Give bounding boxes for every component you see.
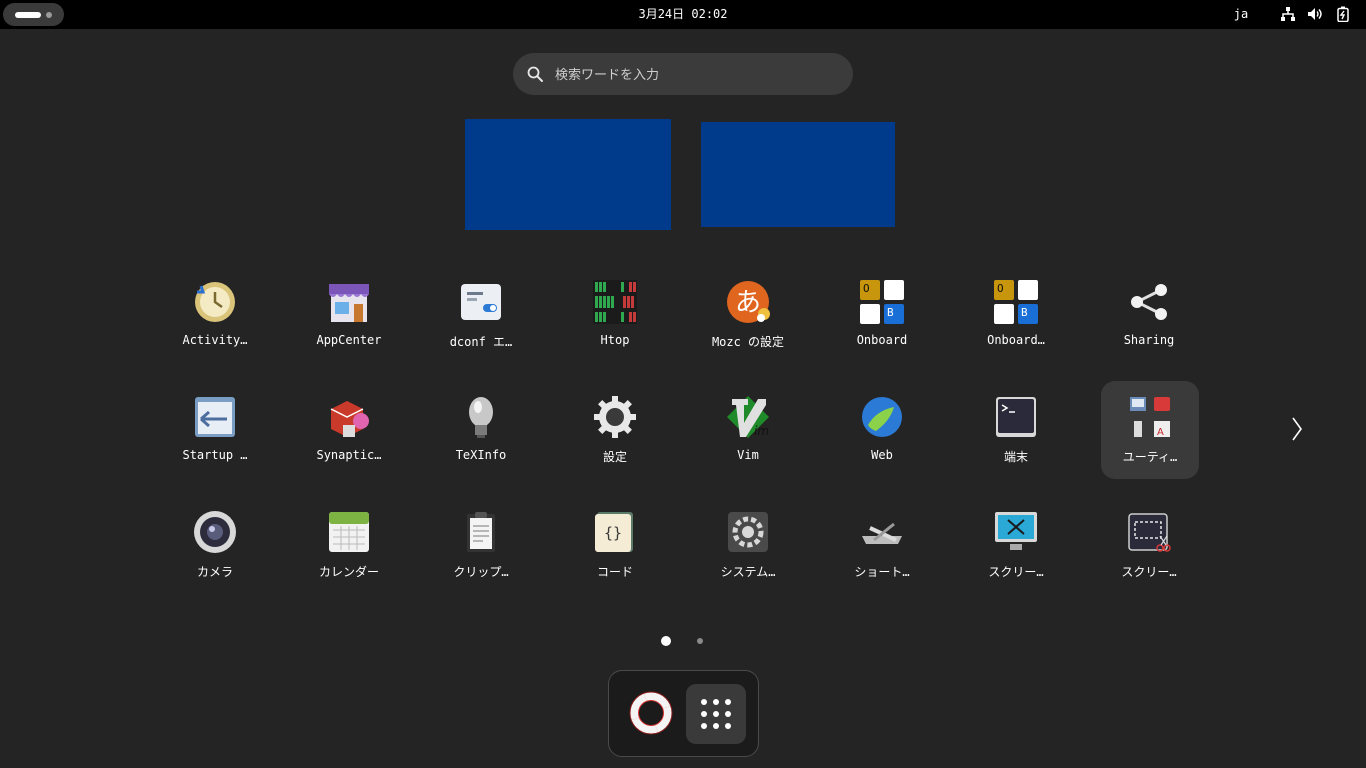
app-mozc-settings[interactable]: あ Mozc の設定: [699, 280, 797, 378]
app-label: Startup …: [182, 448, 248, 462]
page-indicator-inactive[interactable]: [697, 638, 703, 644]
app-label: Onboard…: [987, 333, 1045, 347]
app-label: Synaptic…: [316, 448, 382, 462]
appcenter-store-icon: [329, 284, 369, 322]
web-globe-icon: [862, 397, 902, 437]
app-label: ショート…: [854, 565, 910, 579]
show-apps-button[interactable]: [686, 684, 746, 744]
app-camera[interactable]: カメラ: [166, 510, 264, 608]
top-bar: 3月24日 02:02 ja: [0, 0, 1366, 29]
activity-log-icon: [195, 282, 235, 322]
screenshot-area-icon: [1128, 513, 1171, 552]
volume-icon[interactable]: [1307, 6, 1323, 22]
app-label: Sharing: [1123, 333, 1175, 347]
app-terminal[interactable]: 端末: [967, 395, 1065, 493]
app-screenshot[interactable]: スクリー…: [967, 510, 1065, 608]
app-onboard-settings[interactable]: O B Onboard…: [967, 280, 1065, 378]
app-dconf-editor[interactable]: dconf エ…: [432, 280, 530, 378]
search-icon: [527, 66, 543, 82]
app-onboard[interactable]: O B Onboard: [833, 280, 931, 378]
app-activity-log[interactable]: Activity…: [166, 280, 264, 378]
workspace-indicator-active: [15, 12, 41, 18]
network-icon[interactable]: [1280, 6, 1296, 22]
dconf-editor-icon: [461, 284, 501, 320]
help-icon[interactable]: [627, 689, 675, 737]
app-clipboard[interactable]: クリップ…: [432, 510, 530, 608]
key-letter: O: [863, 282, 870, 295]
app-label: カレンダー: [318, 565, 379, 579]
workspace-indicator-inactive: [46, 12, 52, 18]
app-label: スクリー…: [988, 565, 1044, 579]
app-label: dconf エ…: [449, 335, 513, 349]
input-language-indicator[interactable]: ja: [1228, 0, 1254, 29]
system-gear-icon: [728, 512, 768, 552]
app-label: システム…: [720, 565, 776, 579]
app-calendar[interactable]: カレンダー: [300, 510, 398, 608]
app-label: クリップ…: [453, 565, 509, 579]
code-braces-icon: {}: [595, 512, 633, 552]
app-label: Vim: [737, 448, 759, 462]
dash: [608, 670, 759, 757]
workspace-thumbnail-2[interactable]: [701, 122, 895, 227]
app-system-monitor[interactable]: システム…: [699, 510, 797, 608]
terminal-icon: [996, 397, 1036, 437]
app-label: Mozc の設定: [711, 335, 785, 349]
tools-icon: [862, 522, 902, 544]
app-shortcuts[interactable]: ショート…: [833, 510, 931, 608]
key-letter: O: [997, 282, 1004, 295]
key-letter: B: [1021, 306, 1028, 319]
startup-apps-icon: [195, 397, 235, 437]
utilities-folder-icon: A: [1130, 397, 1170, 438]
gear-icon: [594, 396, 636, 438]
app-htop[interactable]: Htop: [566, 280, 664, 378]
page-indicator-active[interactable]: [661, 636, 671, 646]
app-synaptic[interactable]: Synaptic…: [300, 395, 398, 493]
workspace-thumbnail-1[interactable]: [465, 119, 671, 230]
app-label: Htop: [600, 333, 630, 347]
app-screenshot-area[interactable]: スクリー…: [1100, 510, 1198, 608]
app-label: 設定: [602, 450, 627, 464]
app-label: カメラ: [196, 565, 233, 579]
app-vim[interactable]: im Vim: [699, 395, 797, 493]
app-label: AppCenter: [316, 333, 382, 347]
htop-icon: [593, 280, 637, 324]
lightbulb-icon: [469, 397, 493, 438]
app-label: Activity…: [182, 333, 248, 347]
app-texinfo[interactable]: TeXInfo: [432, 395, 530, 493]
battery-icon[interactable]: [1335, 6, 1351, 22]
svg-text:A: A: [1157, 427, 1164, 438]
synaptic-icon: [330, 401, 369, 437]
next-page-arrow-icon[interactable]: [1288, 414, 1306, 444]
app-label: スクリー…: [1121, 565, 1177, 579]
app-label: コード: [596, 565, 633, 579]
app-label: 端末: [1003, 450, 1028, 464]
folder-utilities[interactable]: A ユーティ…: [1101, 381, 1199, 479]
activities-button[interactable]: [3, 3, 64, 26]
calendar-icon: [329, 512, 369, 552]
svg-text:あ: あ: [735, 288, 761, 318]
svg-text:{}: {}: [604, 524, 622, 542]
app-label: TeXInfo: [455, 448, 507, 462]
mozc-icon: あ: [727, 281, 770, 323]
app-label: Web: [871, 448, 893, 462]
camera-icon: [194, 511, 236, 553]
vim-icon: im: [727, 396, 769, 438]
key-letter: B: [887, 306, 894, 319]
search-input[interactable]: [553, 53, 847, 97]
clipboard-icon: [467, 512, 495, 552]
app-web[interactable]: Web: [833, 395, 931, 493]
app-sharing[interactable]: Sharing: [1100, 280, 1198, 378]
app-startup-applications[interactable]: Startup …: [166, 395, 264, 493]
screenshot-monitor-icon: [995, 512, 1037, 550]
share-icon: [1131, 284, 1167, 320]
app-label: Onboard: [856, 333, 908, 347]
app-code[interactable]: {} コード: [566, 510, 664, 608]
app-label: ユーティ…: [1122, 450, 1178, 464]
app-settings[interactable]: 設定: [566, 395, 664, 493]
svg-text:im: im: [754, 424, 769, 438]
app-appcenter[interactable]: AppCenter: [300, 280, 398, 378]
show-apps-icon: [701, 699, 731, 729]
clock[interactable]: 3月24日 02:02: [560, 0, 806, 29]
search-bar[interactable]: [513, 53, 853, 97]
